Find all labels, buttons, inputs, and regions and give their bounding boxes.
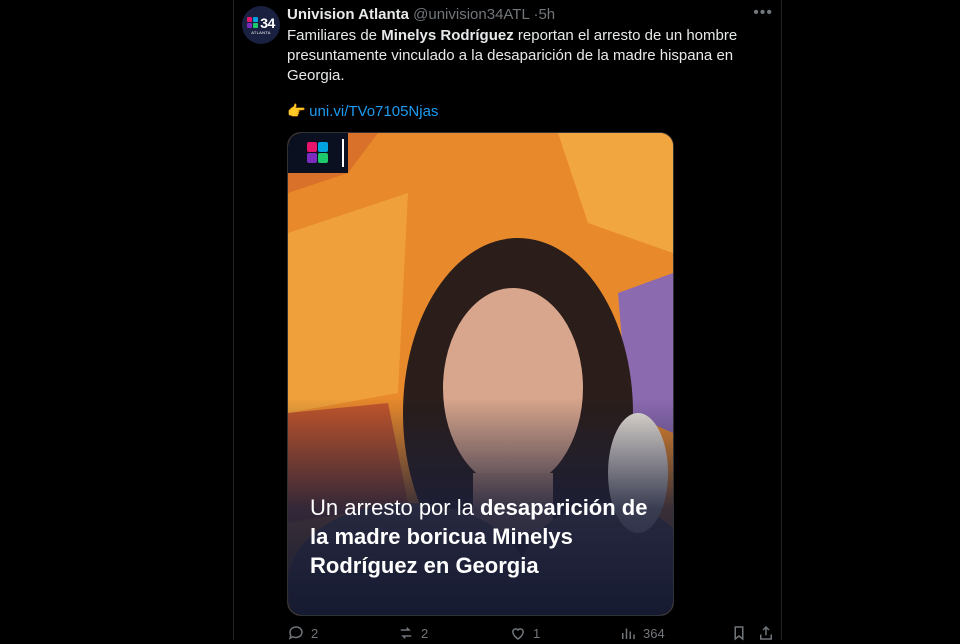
share-icon xyxy=(760,625,772,640)
tweet-header: Univision Atlanta @univision34ATL ·5h xyxy=(287,6,555,24)
bookmark-icon xyxy=(734,626,744,641)
repost-count: 2 xyxy=(421,625,429,641)
tweet-link-line: 👉 uni.vi/TVo7105Njas xyxy=(287,102,438,122)
media-caption: Un arresto por la desaparición de la mad… xyxy=(310,493,660,580)
reply-count: 2 xyxy=(311,625,319,641)
bookmark-button[interactable] xyxy=(730,624,748,642)
univision-logo-icon xyxy=(306,142,330,164)
tweet-time[interactable]: 5h xyxy=(538,6,555,23)
repost-icon xyxy=(400,627,412,639)
repost-button[interactable]: 2 xyxy=(397,624,428,642)
tweet-text-before: Familiares de xyxy=(287,27,382,44)
views-count: 364 xyxy=(643,625,665,641)
tweet-card[interactable]: 34 ATLANTA Univision Atlanta @univision3… xyxy=(233,0,782,641)
avatar-city: ATLANTA xyxy=(251,30,271,35)
reply-icon xyxy=(288,626,303,640)
avatar-logo: 34 xyxy=(247,15,275,31)
heart-icon xyxy=(511,628,525,640)
caption-light: Un arresto por la xyxy=(310,495,480,520)
reply-button[interactable]: 2 xyxy=(287,624,318,642)
author-name[interactable]: Univision Atlanta xyxy=(287,6,409,23)
univision-logo-box xyxy=(288,133,348,173)
tweet-actions: 2 2 1 364 xyxy=(287,624,772,644)
tweet-text: Familiares de Minelys Rodríguez reportan… xyxy=(287,26,757,86)
tweet-text-bold: Minelys Rodríguez xyxy=(381,27,514,44)
more-icon[interactable]: ••• xyxy=(753,4,773,22)
like-button[interactable]: 1 xyxy=(509,624,540,642)
avatar-number: 34 xyxy=(260,15,275,31)
univision-mini-icon xyxy=(247,17,259,29)
views-button[interactable]: 364 xyxy=(619,624,665,642)
tweet-link[interactable]: uni.vi/TVo7105Njas xyxy=(309,103,438,120)
tweet-media[interactable]: Un arresto por la desaparición de la mad… xyxy=(287,132,674,616)
like-count: 1 xyxy=(533,625,541,641)
pointing-hand-icon: 👉 xyxy=(287,103,306,120)
author-handle[interactable]: @univision34ATL xyxy=(413,6,529,23)
share-button[interactable] xyxy=(757,624,775,642)
avatar[interactable]: 34 ATLANTA xyxy=(242,6,280,44)
views-icon xyxy=(622,628,635,639)
